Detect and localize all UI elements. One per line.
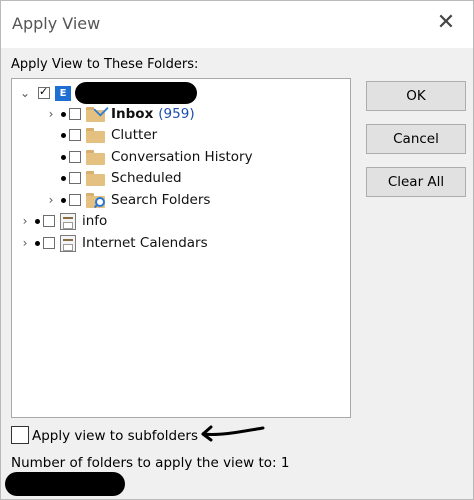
ok-button[interactable]: OK: [366, 81, 466, 111]
bullet-icon: [61, 154, 66, 160]
inbox-count: (959): [158, 106, 195, 122]
tree-account-row[interactable]: ⌄ E: [18, 82, 197, 104]
close-icon[interactable]: ✕: [435, 12, 457, 34]
internet-calendars-label: Internet Calendars: [82, 235, 208, 251]
conversation-history-checkbox[interactable]: [69, 151, 81, 163]
scheduled-label: Scheduled: [111, 170, 182, 186]
apply-view-dialog: Apply View ✕ Apply View to These Folders…: [0, 0, 474, 500]
tree-item-inbox[interactable]: › Inbox (959): [44, 100, 195, 124]
tree-item-conversation-history[interactable]: Conversation History: [58, 147, 253, 167]
title-bar: Apply View ✕: [1, 1, 473, 48]
tree-item-info[interactable]: › info: [18, 211, 107, 231]
info-checkbox[interactable]: [43, 215, 55, 227]
inbox-checkbox[interactable]: [69, 108, 81, 120]
clear-all-button[interactable]: Clear All: [366, 167, 466, 197]
scheduled-checkbox[interactable]: [69, 172, 81, 184]
chevron-down-icon[interactable]: ⌄: [18, 86, 32, 100]
tree-item-scheduled[interactable]: Scheduled: [58, 168, 182, 188]
internet-calendars-checkbox[interactable]: [43, 237, 55, 249]
annotation-arrow-icon: [201, 425, 265, 442]
folder-icon: [86, 170, 105, 186]
exchange-icon: E: [55, 85, 71, 101]
bullet-icon: [61, 175, 66, 181]
calendar-icon: [60, 234, 76, 252]
chevron-right-icon[interactable]: ›: [44, 193, 58, 207]
tree-item-clutter[interactable]: Clutter: [58, 125, 157, 145]
info-label: info: [82, 213, 108, 229]
tree-item-internet-calendars[interactable]: › Internet Calendars: [18, 233, 208, 253]
chevron-right-icon[interactable]: ›: [44, 107, 58, 121]
inbox-folder-icon: [86, 100, 109, 122]
calendar-icon: [60, 212, 76, 230]
folder-icon: [86, 149, 105, 165]
dialog-title: Apply View: [12, 14, 101, 33]
tree-item-search-folders[interactable]: › Search Folders: [44, 190, 211, 210]
folder-count-label: Number of folders to apply the view to: …: [11, 455, 290, 471]
bullet-icon: [61, 111, 66, 117]
apply-subfolders-label: Apply view to subfolders: [32, 428, 199, 444]
folder-tree[interactable]: ⌄ E › Inbox (959) Clutter Conversation: [11, 78, 351, 418]
cancel-button[interactable]: Cancel: [366, 124, 466, 154]
conversation-history-label: Conversation History: [111, 149, 253, 165]
clutter-checkbox[interactable]: [69, 129, 81, 141]
chevron-right-icon[interactable]: ›: [18, 214, 32, 228]
folders-label: Apply View to These Folders:: [11, 57, 199, 72]
search-folders-label: Search Folders: [111, 192, 211, 208]
bullet-icon: [61, 132, 66, 138]
redacted-account-name: [75, 82, 197, 104]
apply-subfolders-checkbox[interactable]: [11, 426, 29, 444]
bullet-icon: [61, 197, 66, 203]
search-folder-icon: [86, 192, 105, 208]
inbox-label: Inbox: [111, 106, 154, 122]
search-folders-checkbox[interactable]: [69, 194, 81, 206]
bullet-icon: [35, 240, 40, 246]
bullet-icon: [35, 218, 40, 224]
account-checkbox[interactable]: [38, 85, 50, 99]
clutter-label: Clutter: [111, 127, 158, 143]
folder-icon: [86, 127, 105, 143]
chevron-right-icon[interactable]: ›: [18, 236, 32, 250]
redacted-footer: [5, 472, 125, 496]
